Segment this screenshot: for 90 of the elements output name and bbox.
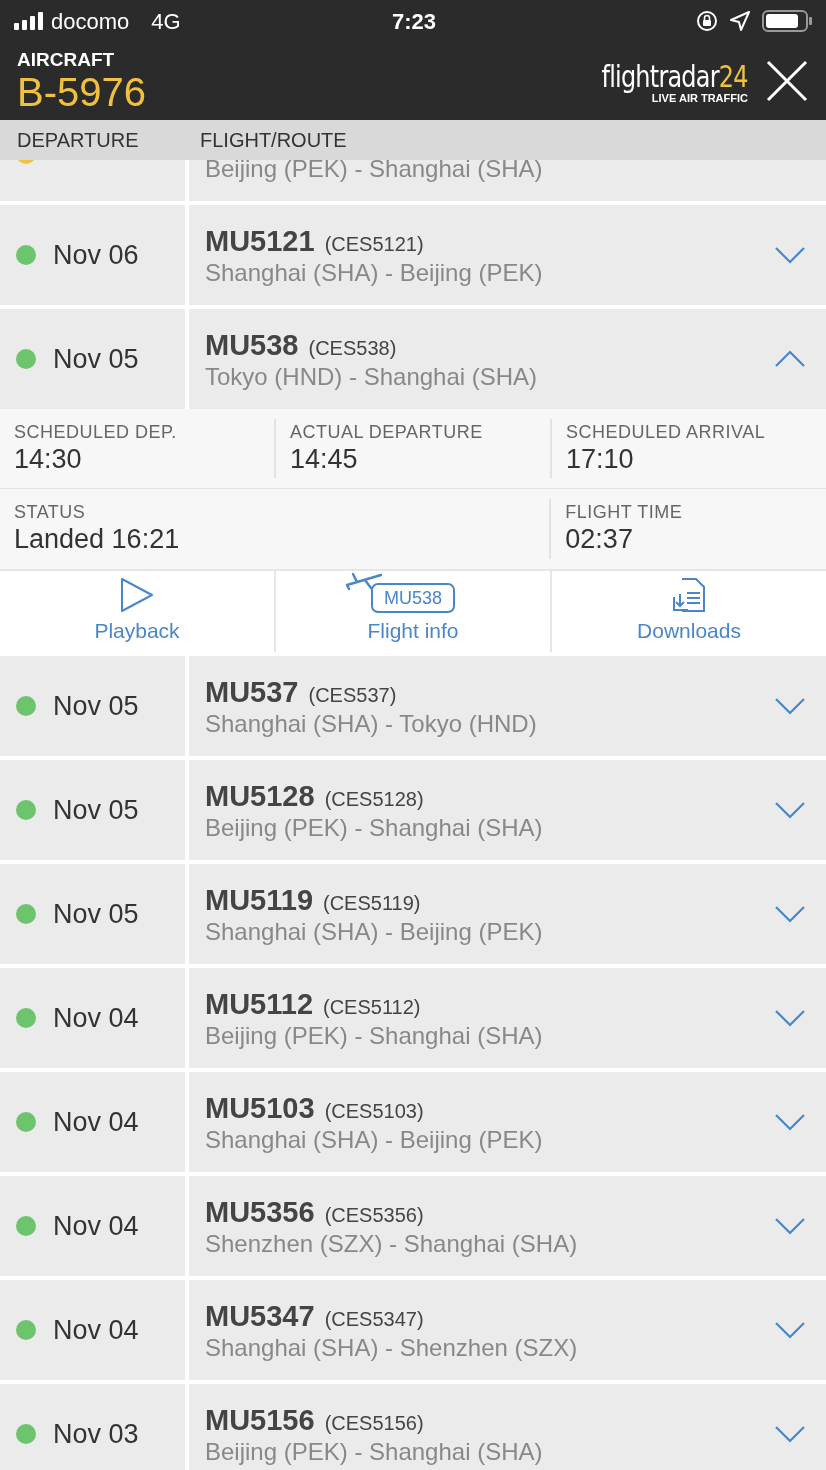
- flightradar-logo: flightradar24 LIVE AIR TRAFFIC: [600, 62, 748, 104]
- callsign-text: (CES5356): [324, 1202, 424, 1228]
- chevron-down-icon[interactable]: [774, 1321, 806, 1339]
- date-text: Nov 06: [53, 238, 139, 272]
- flight-number-badge: MU538: [371, 582, 455, 613]
- flight-row[interactable]: MU537 (CES537) Shanghai (SHA) - Tokyo (HND): [189, 656, 826, 756]
- detail-value: 14:45: [290, 443, 359, 475]
- route-text: Beijing (PEK) - Shanghai (SHA): [205, 1437, 543, 1466]
- detail-value: 02:37: [565, 523, 634, 555]
- flight-row[interactable]: MU5103 (CES5103) Shanghai (SHA) - Beijing (PEK): [189, 1072, 826, 1172]
- chevron-up-icon[interactable]: [774, 350, 806, 368]
- route-text: Shanghai (SHA) - Shenzhen (SZX): [205, 1333, 578, 1362]
- callsign-text: (CES537): [308, 682, 397, 708]
- chevron-down-icon[interactable]: [774, 905, 806, 923]
- callsign-text: (CES538): [308, 335, 397, 361]
- flight-number: MU5128: [205, 778, 315, 813]
- detail-value: 14:30: [14, 443, 83, 475]
- rotation-lock-icon: [696, 10, 718, 32]
- document-download-icon: [670, 576, 708, 613]
- flight-row[interactable]: MU5119 (CES5119) Shanghai (SHA) - Beijing (PEK): [189, 864, 826, 964]
- flight-number: MU538: [205, 327, 299, 362]
- column-header: FLIGHT/ROUTE: [200, 128, 347, 153]
- flight-row[interactable]: MU5356 (CES5356) Shenzhen (SZX) - Shanghai (SHA): [189, 1176, 826, 1276]
- flight-row[interactable]: MU538 (CES538) Tokyo (HND) - Shanghai (SHA): [189, 309, 826, 409]
- battery-icon: [762, 10, 812, 32]
- chevron-down-icon[interactable]: [774, 246, 806, 264]
- flight-number: MU5156: [205, 1402, 315, 1437]
- flight-row[interactable]: MU5121 (CES5121) Shanghai (SHA) - Beijing (PEK): [189, 205, 826, 305]
- flight-number: MU5103: [205, 1090, 315, 1125]
- detail-label: SCHEDULED ARRIVAL: [566, 421, 766, 443]
- close-icon[interactable]: [766, 60, 808, 102]
- chevron-down-icon[interactable]: [774, 1425, 806, 1443]
- flight-row[interactable]: MU5128 (CES5128) Beijing (PEK) - Shanghai (SHA): [189, 760, 826, 860]
- route-text: Shanghai (SHA) - Beijing (PEK): [205, 258, 543, 287]
- flight-number: MU537: [205, 674, 299, 709]
- date-text: Nov 04: [53, 1313, 139, 1347]
- route-text: Beijing (PEK) - Shanghai (SHA): [205, 160, 544, 181]
- route-text: Shanghai (SHA) - Tokyo (HND): [205, 709, 537, 738]
- date-text: Nov 05: [53, 897, 139, 931]
- callsign-text: (CES5347): [324, 1306, 424, 1332]
- chevron-down-icon[interactable]: [774, 1217, 806, 1235]
- network-type: 4G: [151, 7, 181, 36]
- flight-row[interactable]: MU5347 (CES5347) Shanghai (SHA) - Shenzhen (SZX): [189, 1280, 826, 1380]
- clock: 7:23: [392, 7, 437, 36]
- date-text: Nov 05: [53, 793, 139, 827]
- route-text: Shanghai (SHA) - Beijing (PEK): [205, 917, 543, 946]
- detail-value: 17:10: [566, 443, 635, 475]
- location-icon: [730, 11, 750, 31]
- action-button[interactable]: Downloads: [552, 571, 826, 652]
- detail-label: SCHEDULED DEP.: [14, 421, 177, 443]
- flight-number: MU5119: [205, 882, 313, 917]
- date-text: Nov 03: [53, 1417, 139, 1451]
- detail-value: Landed 16:21: [14, 523, 180, 555]
- chevron-down-icon[interactable]: [774, 1009, 806, 1027]
- chevron-down-icon[interactable]: [774, 801, 806, 819]
- flight-number: MU5356: [205, 1194, 315, 1229]
- callsign-text: (CES5112): [323, 994, 421, 1020]
- column-header: DEPARTURE: [17, 128, 140, 153]
- route-text: Beijing (PEK) - Shanghai (SHA): [205, 1021, 543, 1050]
- detail-label: STATUS: [14, 501, 87, 523]
- date-text: Nov 04: [53, 1105, 139, 1139]
- date-text: Nov 05: [53, 689, 139, 723]
- route-text: Beijing (PEK) - Shanghai (SHA): [205, 813, 543, 842]
- carrier-name: docomo: [51, 7, 130, 36]
- date-text: Nov 04: [53, 1209, 139, 1243]
- route-text: Shanghai (SHA) - Beijing (PEK): [205, 1125, 543, 1154]
- flight-number: MU5112: [205, 986, 313, 1021]
- flight-row[interactable]: MU5156 (CES5156) Beijing (PEK) - Shanghai (SHA): [189, 1384, 826, 1470]
- chevron-down-icon[interactable]: [774, 1113, 806, 1131]
- callsign-text: (CES5119): [323, 890, 421, 916]
- date-text: Nov 04: [53, 1001, 139, 1035]
- route-text: Tokyo (HND) - Shanghai (SHA): [205, 362, 538, 391]
- detail-label: FLIGHT TIME: [565, 501, 683, 523]
- flight-number: MU5347: [205, 1298, 315, 1333]
- flight-row[interactable]: MU5112 (CES5112) Beijing (PEK) - Shanghai (SHA): [189, 968, 826, 1068]
- callsign-text: (CES5128): [324, 786, 424, 812]
- callsign-text: (CES5121): [324, 231, 424, 257]
- chevron-down-icon[interactable]: [774, 697, 806, 715]
- route-text: Shenzhen (SZX) - Shanghai (SHA): [205, 1229, 578, 1258]
- play-icon: [119, 576, 155, 613]
- detail-label: ACTUAL DEPARTURE: [290, 421, 483, 443]
- aircraft-registration: B-5976: [17, 70, 146, 114]
- aircraft-label: AIRCRAFT: [17, 50, 116, 70]
- flight-number: MU5121: [205, 223, 315, 258]
- signal-icon: [14, 12, 46, 30]
- date-text: Nov 05: [53, 342, 139, 376]
- callsign-text: (CES5103): [324, 1098, 424, 1124]
- action-button[interactable]: MU538 Flight info: [276, 571, 550, 652]
- callsign-text: (CES5156): [324, 1410, 424, 1436]
- action-button[interactable]: Playback: [0, 571, 274, 652]
